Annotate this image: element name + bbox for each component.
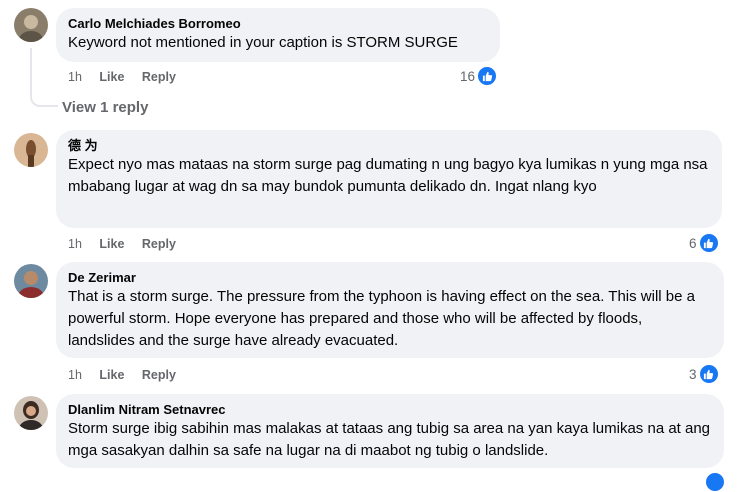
like-thumb-icon [477, 66, 498, 86]
comment-bubble: Carlo Melchiades Borromeo Keyword not me… [56, 8, 500, 62]
reaction-count[interactable]: 6 [689, 233, 719, 253]
comment-text: Expect nyo mas mataas na storm surge pag… [68, 156, 708, 195]
comment-bubble: Dlanlim Nitram Setnavrec Storm surge ibi… [56, 394, 724, 468]
view-replies-link[interactable]: View 1 reply [62, 99, 148, 116]
comment-bubble: 德 为 Expect nyo mas mataas na storm surge… [56, 130, 722, 228]
comment-author[interactable]: Dlanlim Nitram Setnavrec [68, 401, 712, 418]
comment-author[interactable]: Carlo Melchiades Borromeo [68, 15, 488, 32]
like-button[interactable]: Like [99, 368, 124, 382]
comment-text: That is a storm surge. The pressure from… [68, 288, 695, 349]
comment-actions: 1h Like Reply [68, 236, 190, 252]
comment-text: Keyword not mentioned in your caption is… [68, 34, 458, 51]
avatar[interactable] [14, 396, 48, 430]
comment-time[interactable]: 1h [68, 368, 82, 382]
avatar[interactable] [14, 264, 48, 298]
like-button[interactable]: Like [99, 237, 124, 251]
like-thumb-icon [705, 472, 725, 492]
comment-bubble: De Zerimar That is a storm surge. The pr… [56, 262, 724, 358]
comment-author[interactable]: De Zerimar [68, 269, 712, 286]
thread-line [30, 48, 58, 107]
comment-time[interactable]: 1h [68, 70, 82, 84]
reaction-count[interactable]: 3 [689, 364, 719, 384]
like-thumb-icon [698, 364, 719, 384]
reaction-number: 3 [689, 366, 697, 382]
comment-actions: 1h Like Reply [68, 367, 190, 383]
comment-text: Storm surge ibig sabihin mas malakas at … [68, 420, 711, 459]
reply-button[interactable]: Reply [142, 368, 176, 382]
reaction-count[interactable]: 16 [460, 66, 498, 86]
reaction-count[interactable] [703, 472, 725, 492]
comment-actions: 1h Like Reply [68, 69, 190, 85]
reaction-number: 6 [689, 235, 697, 251]
reaction-number: 16 [460, 68, 476, 84]
avatar[interactable] [14, 8, 48, 42]
reply-button[interactable]: Reply [142, 70, 176, 84]
comment-author[interactable]: 德 为 [68, 137, 710, 154]
reply-button[interactable]: Reply [142, 237, 176, 251]
avatar[interactable] [14, 133, 48, 167]
like-button[interactable]: Like [99, 70, 124, 84]
like-thumb-icon [698, 233, 719, 253]
comment-time[interactable]: 1h [68, 237, 82, 251]
